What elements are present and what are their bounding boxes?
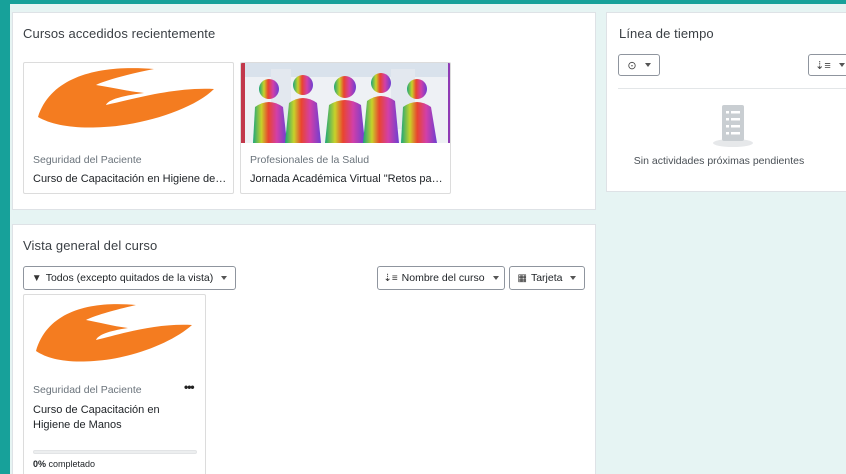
grid-icon: ▦	[517, 272, 527, 284]
course-overview-title: Vista general del curso	[23, 238, 158, 253]
view-mode-dropdown[interactable]: ▦ Tarjeta	[509, 266, 585, 290]
frame-left-border	[0, 0, 10, 474]
recent-courses-block: Cursos accedidos recientemente Seguridad…	[12, 12, 596, 210]
timeline-block: Línea de tiempo ⊙ ⇣≡ Sin actividades pró…	[606, 12, 846, 192]
chevron-down-icon	[838, 63, 845, 67]
frame-top-border	[0, 0, 846, 4]
timeline-divider	[618, 88, 846, 89]
sort-label: Nombre del curso	[401, 272, 485, 284]
course-image-hand-logo[interactable]	[24, 63, 233, 143]
chevron-down-icon	[492, 276, 499, 280]
course-progress-text: 0% completado	[33, 459, 95, 469]
timeline-filter-dropdown[interactable]: ⊙	[618, 54, 660, 76]
course-actions-menu-icon[interactable]: •••	[184, 380, 195, 394]
sort-icon: ⇣≡	[815, 59, 831, 72]
course-card[interactable]: Seguridad del Paciente ••• Curso de Capa…	[23, 294, 206, 474]
course-name-line-2[interactable]: Higiene de Manos	[33, 419, 203, 431]
chevron-down-icon	[221, 276, 228, 280]
grouping-filter-label: Todos (excepto quitados de la vista)	[45, 272, 214, 284]
course-name-line-1[interactable]: Curso de Capacitación en	[33, 404, 203, 416]
filter-icon: ▼	[31, 272, 42, 284]
course-progress-bar	[33, 450, 197, 454]
course-category[interactable]: Seguridad del Paciente	[33, 384, 142, 396]
course-image-rainbow-people[interactable]	[241, 63, 450, 143]
course-category[interactable]: Seguridad del Paciente	[33, 154, 142, 166]
sort-dropdown[interactable]: ⇣≡ Nombre del curso	[377, 266, 505, 290]
recent-course-card-2[interactable]: Profesionales de la Salud Jornada Académ…	[240, 62, 451, 194]
course-category[interactable]: Profesionales de la Salud	[250, 154, 369, 166]
course-progress-value: 0%	[33, 459, 47, 469]
recent-courses-title: Cursos accedidos recientemente	[23, 26, 216, 41]
chevron-down-icon	[570, 276, 577, 280]
course-name-link[interactable]: Jornada Académica Virtual "Retos para ..…	[250, 173, 446, 185]
course-name-link[interactable]: Curso de Capacitación en Higiene de M...	[33, 173, 229, 185]
view-mode-label: Tarjeta	[530, 272, 563, 284]
course-overview-block: Vista general del curso ▼ Todos (excepto…	[12, 224, 596, 474]
chevron-down-icon	[644, 63, 651, 67]
timeline-sort-dropdown[interactable]: ⇣≡	[808, 54, 846, 76]
timeline-title: Línea de tiempo	[619, 26, 714, 41]
empty-list-icon	[709, 103, 757, 154]
timeline-empty-text: Sin actividades próximas pendientes	[633, 155, 805, 167]
recent-course-card-1[interactable]: Seguridad del Paciente Curso de Capacita…	[23, 62, 234, 194]
sort-icon: ⇣≡	[383, 272, 398, 284]
clock-icon: ⊙	[627, 59, 637, 72]
course-progress-suffix: completado	[46, 459, 96, 469]
course-image-hand-logo[interactable]	[24, 295, 205, 371]
grouping-filter-dropdown[interactable]: ▼ Todos (excepto quitados de la vista)	[23, 266, 236, 290]
